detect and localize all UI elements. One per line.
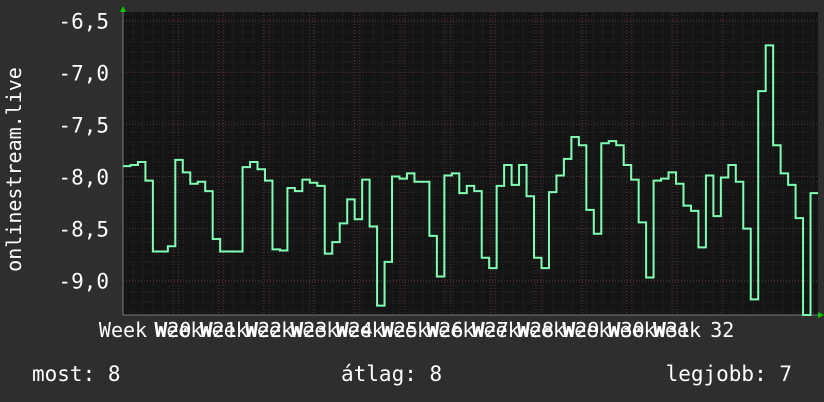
x-tick-label: Week (154, 318, 202, 342)
y-axis-label: onlinestream.live (2, 67, 26, 272)
x-tick-label: Week (517, 318, 565, 342)
y-tick-label: -6,5 (58, 9, 109, 33)
y-tick-label: -9,0 (58, 270, 109, 294)
stat-best: legjobb: 7 (665, 362, 792, 386)
chart-frame: -6,5 -7,0 -7,5 -8,0 -8,5 -9,0 Week W20 Week W21 We… (0, 0, 824, 402)
y-tick-label: -8,5 (58, 218, 109, 242)
x-tick-label: Week (562, 318, 610, 342)
stat-average: átlag: 8 (341, 362, 443, 386)
x-tick-label: Week (200, 318, 248, 342)
y-tick-label: -7,5 (58, 113, 109, 137)
y-tick-label: -7,0 (58, 61, 109, 85)
x-tick-label: Week (426, 318, 474, 342)
x-tick-label: Week (608, 318, 656, 342)
x-tick-label: Week (336, 318, 384, 342)
x-tick-label: Week (245, 318, 293, 342)
x-tick-label: Week (99, 318, 147, 342)
y-axis-arrow (120, 6, 126, 12)
x-tick-label: Week (381, 318, 429, 342)
stat-current: most: 8 (32, 362, 121, 386)
x-tick-label: Week (290, 318, 338, 342)
x-tick-label: Week (653, 318, 701, 342)
x-axis-arrow (818, 312, 824, 318)
plot-area (123, 12, 818, 315)
y-tick-label: -8,0 (58, 166, 109, 190)
chart: -6,5-7,0-7,5-8,0-8,5-9,0Week W20WeekW21We… (2, 6, 824, 342)
x-tick-label: 32 (710, 318, 734, 342)
x-tick-label: Week (472, 318, 520, 342)
